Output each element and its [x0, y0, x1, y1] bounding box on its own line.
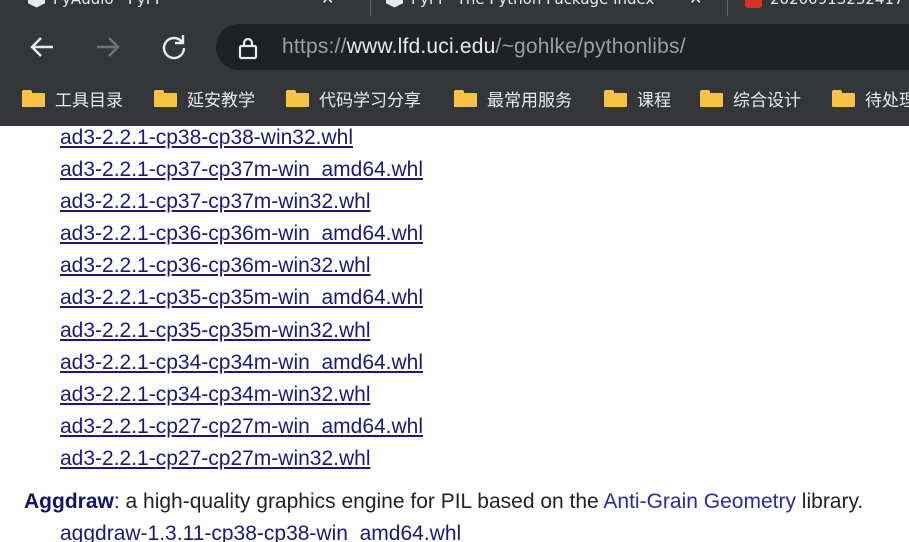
list-item: ad3-2.2.1-cp36-cp36m-win32.whl — [60, 250, 423, 282]
list-item: ad3-2.2.1-cp34-cp34m-win32.whl — [60, 379, 423, 411]
folder-icon — [286, 89, 309, 107]
bookmark-label: 代码学习分享 — [319, 90, 421, 111]
bookmark-folder[interactable]: 代码学习分享 — [286, 78, 421, 118]
bookmark-label: 待处理 — [865, 90, 909, 111]
tab-title: PyAudio · PyPI — [53, 0, 313, 12]
bookmark-label: 工具目录 — [55, 90, 123, 111]
bookmark-label: 课程 — [637, 90, 671, 111]
wheel-download-link[interactable]: ad3-2.2.1-cp36-cp36m-win32.whl — [60, 254, 371, 277]
wheel-download-link[interactable]: ad3-2.2.1-cp36-cp36m-win_amd64.whl — [60, 222, 423, 245]
bookmark-folder[interactable]: 最常用服务 — [454, 78, 572, 118]
navigation-bar: https://www.lfd.uci.edu/~gohlke/pythonli… — [0, 16, 909, 78]
close-tab-icon[interactable]: ✕ — [689, 0, 702, 12]
forward-arrow-icon — [97, 37, 120, 57]
tab-separator — [727, 0, 728, 16]
list-item: ad3-2.2.1-cp37-cp37m-win_amd64.whl — [60, 154, 423, 186]
list-item: ad3-2.2.1-cp38-cp38-win32.whl — [60, 126, 423, 154]
package-heading: Aggdraw: a high-quality graphics engine … — [24, 486, 863, 518]
tab-title: PyPI · The Python Package Index — [411, 0, 681, 12]
url-host: www.lfd.uci.edu — [346, 35, 496, 58]
folder-icon — [454, 89, 477, 107]
tab-third[interactable]: 20200913232417 — [745, 0, 904, 12]
wheel-download-link[interactable]: aggdraw-1.3.11-cp38-cp38-win_amd64.whl — [60, 522, 461, 542]
tab-separator — [370, 0, 371, 16]
wheel-download-link[interactable]: ad3-2.2.1-cp35-cp35m-win_amd64.whl — [60, 286, 423, 309]
bookmark-label: 综合设计 — [733, 90, 801, 111]
url-text[interactable]: https://www.lfd.uci.edu/~gohlke/pythonli… — [282, 24, 686, 70]
tab-pypi[interactable]: PyPI · The Python Package Index ✕ — [386, 0, 702, 12]
pypi-favicon-icon — [386, 0, 403, 8]
list-item: ad3-2.2.1-cp34-cp34m-win_amd64.whl — [60, 347, 423, 379]
wheel-download-link[interactable]: ad3-2.2.1-cp34-cp34m-win32.whl — [60, 383, 371, 406]
bookmark-folder[interactable]: 工具目录 — [22, 78, 123, 118]
folder-icon — [604, 89, 627, 107]
tab-pyaudio[interactable]: PyAudio · PyPI ✕ — [28, 0, 334, 12]
bookmark-folder[interactable]: 待处理 — [832, 78, 909, 118]
reload-button[interactable] — [157, 30, 191, 64]
forward-button[interactable] — [91, 30, 125, 64]
list-item: ad3-2.2.1-cp27-cp27m-win_amd64.whl — [60, 411, 423, 443]
bookmark-label: 最常用服务 — [487, 90, 572, 111]
list-item: ad3-2.2.1-cp27-cp27m-win32.whl — [60, 443, 423, 475]
bookmark-folder[interactable]: 延安教学 — [154, 78, 255, 118]
back-button[interactable] — [25, 30, 59, 64]
list-item: aggdraw-1.3.11-cp38-cp38-win_amd64.whl — [60, 518, 461, 542]
wheel-download-link[interactable]: ad3-2.2.1-cp35-cp35m-win32.whl — [60, 319, 371, 342]
back-arrow-icon — [30, 37, 53, 57]
site-favicon-icon — [745, 0, 762, 8]
package-description: : a high-quality graphics engine for PIL… — [113, 490, 604, 513]
wheel-download-link[interactable]: ad3-2.2.1-cp27-cp27m-win32.whl — [60, 447, 371, 470]
wheel-download-link[interactable]: ad3-2.2.1-cp37-cp37m-win_amd64.whl — [60, 158, 423, 181]
address-bar[interactable]: https://www.lfd.uci.edu/~gohlke/pythonli… — [216, 24, 909, 70]
list-item: ad3-2.2.1-cp37-cp37m-win32.whl — [60, 186, 423, 218]
external-link[interactable]: Anti-Grain Geometry — [603, 490, 796, 513]
reload-icon — [162, 35, 186, 60]
url-scheme: https:// — [282, 35, 347, 58]
bookmark-folder[interactable]: 课程 — [604, 78, 671, 118]
list-item: ad3-2.2.1-cp35-cp35m-win32.whl — [60, 315, 423, 347]
tab-title: 20200913232417 — [770, 0, 904, 12]
lock-icon[interactable] — [236, 36, 260, 60]
wheel-download-link[interactable]: ad3-2.2.1-cp38-cp38-win32.whl — [60, 126, 353, 149]
tab-strip: PyAudio · PyPI ✕ PyPI · The Python Packa… — [0, 0, 909, 16]
file-list: ad3-2.2.1-cp38-cp38-win32.whl ad3-2.2.1-… — [60, 126, 423, 475]
list-item: ad3-2.2.1-cp35-cp35m-win_amd64.whl — [60, 282, 423, 314]
wheel-download-link[interactable]: ad3-2.2.1-cp27-cp27m-win_amd64.whl — [60, 415, 423, 438]
folder-icon — [832, 89, 855, 107]
package-description-tail: library. — [795, 490, 864, 513]
folder-icon — [22, 89, 45, 107]
package-name[interactable]: Aggdraw — [24, 490, 114, 513]
pypi-favicon-icon — [28, 0, 45, 8]
bookmark-folder[interactable]: 综合设计 — [700, 78, 801, 118]
folder-icon — [700, 89, 723, 107]
folder-icon — [154, 89, 177, 107]
browser-chrome: PyAudio · PyPI ✕ PyPI · The Python Packa… — [0, 0, 909, 126]
bookmark-label: 延安教学 — [187, 90, 255, 111]
list-item: ad3-2.2.1-cp36-cp36m-win_amd64.whl — [60, 218, 423, 250]
bookmarks-bar: 工具目录 延安教学 代码学习分享 最常用服务 课程 综合设计 待处理 — [0, 78, 909, 126]
close-tab-icon[interactable]: ✕ — [321, 0, 334, 12]
wheel-download-link[interactable]: ad3-2.2.1-cp37-cp37m-win32.whl — [60, 190, 371, 213]
url-path: /~gohlke/pythonlibs/ — [495, 35, 686, 58]
page-content: ad3-2.2.1-cp38-cp38-win32.whl ad3-2.2.1-… — [0, 126, 909, 542]
wheel-download-link[interactable]: ad3-2.2.1-cp34-cp34m-win_amd64.whl — [60, 351, 423, 374]
